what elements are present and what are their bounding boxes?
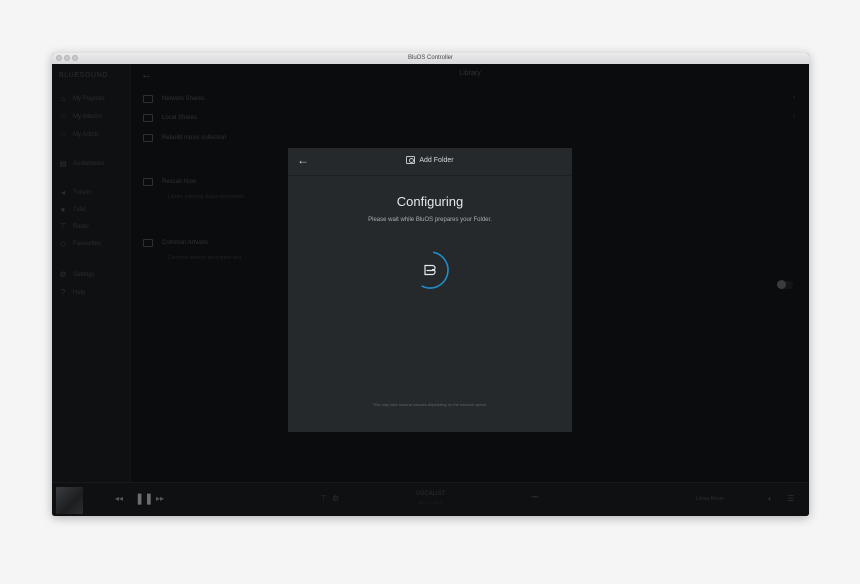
add-folder-dialog: ← Add Folder Configuring Please wait whi…: [288, 148, 572, 432]
player-bar: ◂◂ ❚❚ ▸▸ ⊤ ⚙ VOCALIST Album · Artist •••…: [52, 482, 809, 516]
sidebar-item-label: My Albums: [73, 114, 103, 120]
dialog-heading: Configuring: [396, 194, 464, 209]
app-window: BluOS Controller BLUESOUND ⌂ My Playlists…: [52, 53, 809, 516]
radio-icon: ◂: [60, 188, 65, 197]
sidebar-item-tunein[interactable]: ◂ TuneIn: [59, 188, 91, 198]
sidebar-item-label: Settings: [73, 272, 95, 278]
sidebar-item-label: My Playlists: [73, 96, 105, 102]
library-row-common-artwork[interactable]: Common Artwork: [143, 239, 208, 247]
loading-spinner: [411, 251, 449, 289]
sidebar-item-label: Favourites: [73, 241, 102, 247]
sidebar-item-label: Help: [73, 290, 86, 296]
dialog-title: Add Folder: [419, 156, 454, 164]
folder-icon: [143, 114, 153, 122]
dialog-header: ← Add Folder: [288, 148, 572, 176]
dialog-title-group: Add Folder: [288, 156, 572, 164]
sidebar-item-help[interactable]: ? Help: [59, 288, 86, 298]
app-content: BLUESOUND ⌂ My Playlists ☆ My Albums ☆ My A…: [52, 64, 809, 516]
source-selector[interactable]: Living Room: [696, 496, 724, 502]
sidebar-item-label: TuneIn: [73, 190, 92, 196]
circle-icon: ●: [60, 205, 66, 214]
library-row-network-shares[interactable]: Network Shares: [143, 95, 205, 103]
sidebar-item-settings[interactable]: ⚙ Settings: [59, 270, 95, 280]
dialog-note: This may take several minutes depending …: [372, 402, 488, 407]
toggle-knob: [777, 280, 786, 289]
library-row-label: Rebuild music collection: [162, 135, 227, 141]
folder-icon: [143, 239, 153, 247]
folder-icon: [143, 95, 153, 103]
sidebar-item-radio[interactable]: ⊤ Radio: [59, 222, 89, 232]
sidebar-item-favourites[interactable]: ◇ Favourites: [59, 239, 101, 249]
sidebar-item-albums[interactable]: ☆ My Albums: [59, 112, 102, 122]
sidebar-item-audiobooks[interactable]: ▤ Audiobooks: [59, 159, 104, 169]
sidebar-item-label: Radio: [73, 224, 89, 230]
dialog-message: Please wait while BluOS prepares your Fo…: [368, 217, 492, 223]
library-row-rebuild[interactable]: Rebuild music collection: [143, 134, 226, 142]
folder-icon: [143, 134, 153, 142]
help-icon: ?: [60, 288, 66, 297]
queue-icon[interactable]: ☰: [787, 494, 794, 503]
volume-icon[interactable]: ◖: [767, 494, 772, 503]
diamond-icon: ◇: [59, 239, 67, 248]
chevron-right-icon: ›: [792, 113, 795, 120]
page-title: Library: [459, 70, 481, 77]
library-row-label: Network Shares: [162, 96, 205, 102]
library-row-local-shares[interactable]: Local Shares: [143, 114, 197, 122]
star-icon: ☆: [59, 130, 67, 139]
more-icon[interactable]: •••: [532, 495, 538, 501]
library-row-label: Common Artwork: [162, 240, 209, 246]
star-icon: ☆: [59, 112, 67, 121]
bluos-logo-icon: [424, 264, 436, 276]
sidebar: BLUESOUND ⌂ My Playlists ☆ My Albums ☆ My A…: [52, 64, 131, 482]
rescan-subtext: Library indexing status information: [168, 194, 245, 200]
sidebar-brand: BLUESOUND: [59, 72, 108, 79]
antenna-icon: ⊤: [59, 222, 67, 231]
sidebar-item-label: Audiobooks: [73, 161, 105, 167]
sidebar-item-artists[interactable]: ☆ My Artists: [59, 130, 99, 140]
sidebar-item-playlists[interactable]: ⌂ My Playlists: [59, 94, 105, 104]
library-row-label: Local Shares: [162, 115, 198, 121]
gear-icon: ⚙: [59, 270, 67, 279]
chevron-right-icon: ›: [792, 94, 795, 101]
library-row-label: Rescan Now: [162, 179, 197, 185]
sidebar-item-label: My Artists: [73, 132, 100, 138]
sidebar-item-label: Tidal: [73, 207, 86, 213]
artwork-subtext: Common artwork description text: [168, 255, 242, 261]
home-icon: ⌂: [60, 94, 66, 103]
common-artwork-toggle[interactable]: [777, 280, 793, 289]
sidebar-item-tidal[interactable]: ● Tidal: [59, 205, 86, 215]
folder-icon: [143, 178, 153, 186]
folder-music-icon: [406, 156, 416, 164]
book-icon: ▤: [59, 159, 67, 168]
library-row-rescan[interactable]: Rescan Now: [143, 178, 196, 186]
window-title: BluOS Controller: [407, 55, 454, 61]
